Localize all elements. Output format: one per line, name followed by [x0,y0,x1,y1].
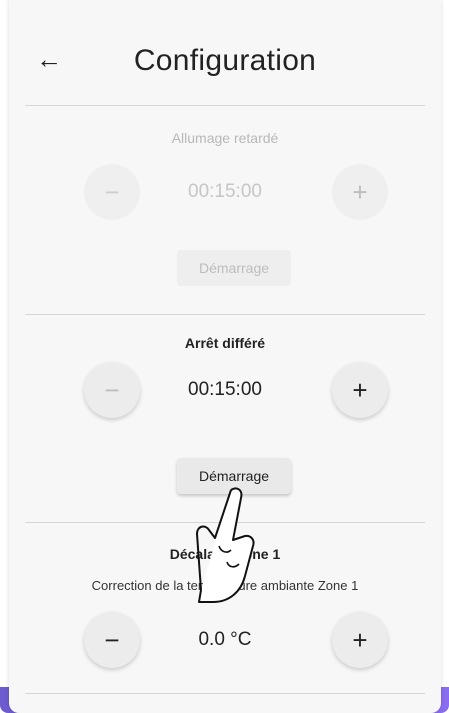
section-title-delayed-stop: Arrêt différé [184,335,266,351]
configuration-panel: ← Configuration Allumage retardé − 00:15… [9,0,441,713]
page-title: Configuration [133,44,317,77]
divider [25,522,425,523]
plus-icon: + [352,176,368,207]
increment-button[interactable]: + [332,164,388,220]
section-title-delayed-start: Allumage retardé [171,130,279,146]
delayed-start-start-button[interactable]: Démarrage [177,250,291,286]
plus-icon: + [352,624,368,655]
increment-button[interactable]: + [332,612,388,668]
section-title-offset-zone1: Décalage Zone 1 [169,546,281,562]
divider [25,314,425,315]
plus-icon: + [352,374,368,405]
divider [25,693,425,694]
section-subtitle-offset-zone1: Correction de la température ambiante Zo… [91,578,359,593]
header: ← Configuration [9,0,441,106]
increment-button[interactable]: + [332,362,388,418]
divider [25,105,425,106]
delayed-stop-start-button[interactable]: Démarrage [177,458,291,494]
